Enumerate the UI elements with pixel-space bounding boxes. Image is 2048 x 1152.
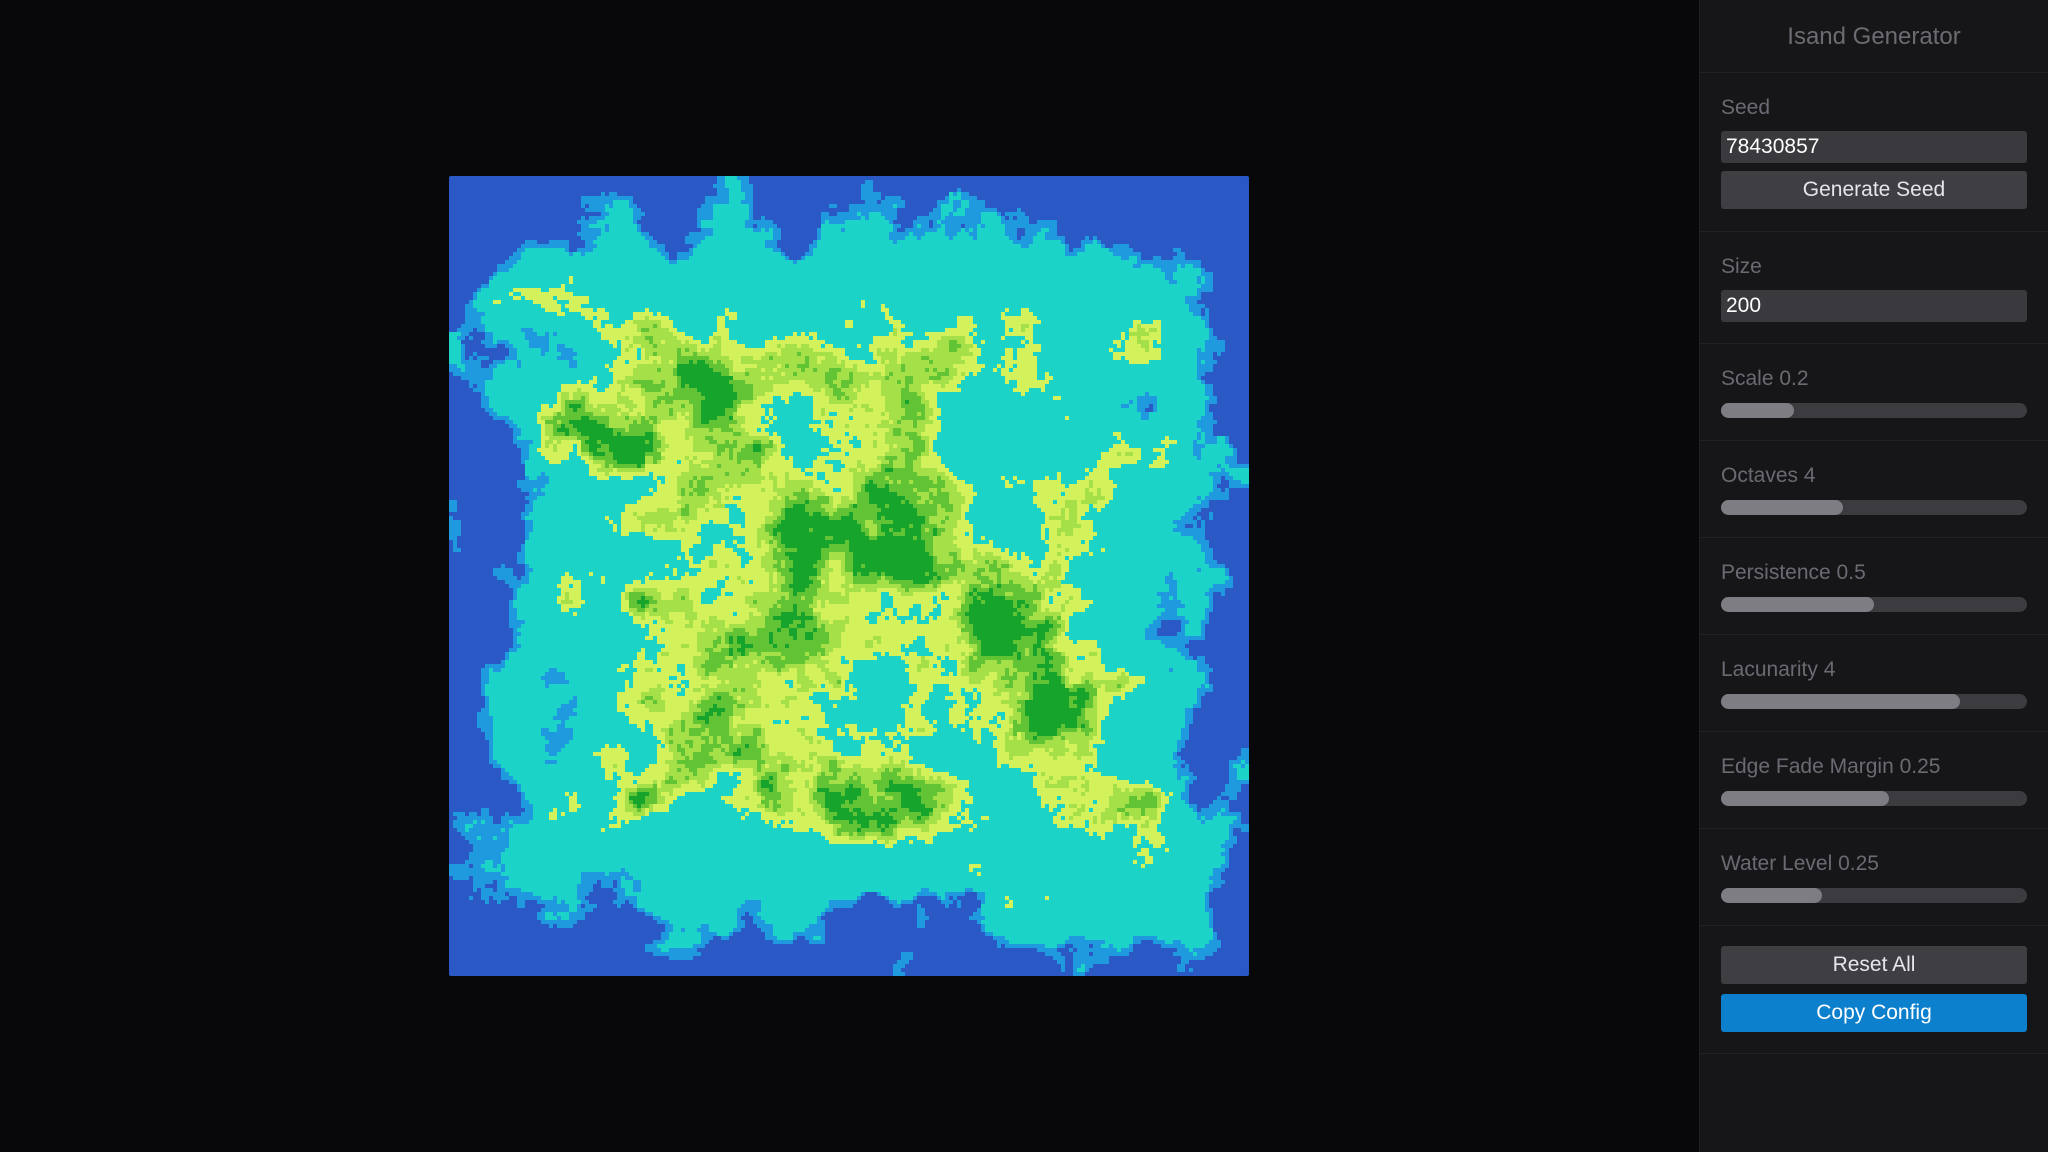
scale-label: Scale 0.2 — [1721, 367, 1809, 390]
octaves-slider[interactable] — [1721, 500, 2027, 515]
water-level-slider-fill — [1721, 888, 1822, 903]
lacunarity-slider-fill — [1721, 694, 1960, 709]
lacunarity-section: Lacunarity 4 — [1700, 635, 2048, 732]
lacunarity-slider[interactable] — [1721, 694, 2027, 709]
water-level-section: Water Level 0.25 — [1700, 829, 2048, 926]
island-map-canvas[interactable] — [449, 176, 1249, 976]
water-level-slider[interactable] — [1721, 888, 2027, 903]
water-level-label: Water Level 0.25 — [1721, 852, 1879, 875]
size-section: Size 200 — [1700, 232, 2048, 344]
octaves-slider-fill — [1721, 500, 1844, 515]
edge-fade-margin-slider[interactable] — [1721, 791, 2027, 806]
scale-slider-fill — [1721, 403, 1795, 418]
copy-config-button[interactable]: Copy Config — [1721, 994, 2027, 1032]
persistence-label: Persistence 0.5 — [1721, 561, 1866, 584]
octaves-section: Octaves 4 — [1700, 441, 2048, 538]
lacunarity-label: Lacunarity 4 — [1721, 658, 1836, 681]
edge-fade-margin-label: Edge Fade Margin 0.25 — [1721, 755, 1941, 778]
panel-title: Isand Generator — [1700, 0, 2048, 73]
seed-label: Seed — [1721, 96, 1771, 119]
actions-section: Reset All Copy Config — [1700, 926, 2048, 1054]
seed-input[interactable]: 78430857 — [1721, 131, 2027, 163]
reset-all-button[interactable]: Reset All — [1721, 946, 2027, 984]
scale-section: Scale 0.2 — [1700, 344, 2048, 441]
seed-section: Seed 78430857 Generate Seed — [1700, 73, 2048, 232]
settings-panel: Isand Generator Seed 78430857 Generate S… — [1699, 0, 2048, 1152]
edge-fade-margin-section: Edge Fade Margin 0.25 — [1700, 732, 2048, 829]
edge-fade-margin-slider-fill — [1721, 791, 1890, 806]
persistence-slider[interactable] — [1721, 597, 2027, 612]
size-input[interactable]: 200 — [1721, 290, 2027, 322]
persistence-section: Persistence 0.5 — [1700, 538, 2048, 635]
size-label: Size — [1721, 255, 1762, 278]
generate-seed-button[interactable]: Generate Seed — [1721, 171, 2027, 209]
persistence-slider-fill — [1721, 597, 1874, 612]
octaves-label: Octaves 4 — [1721, 464, 1816, 487]
scale-slider[interactable] — [1721, 403, 2027, 418]
map-viewport — [0, 0, 1699, 1152]
